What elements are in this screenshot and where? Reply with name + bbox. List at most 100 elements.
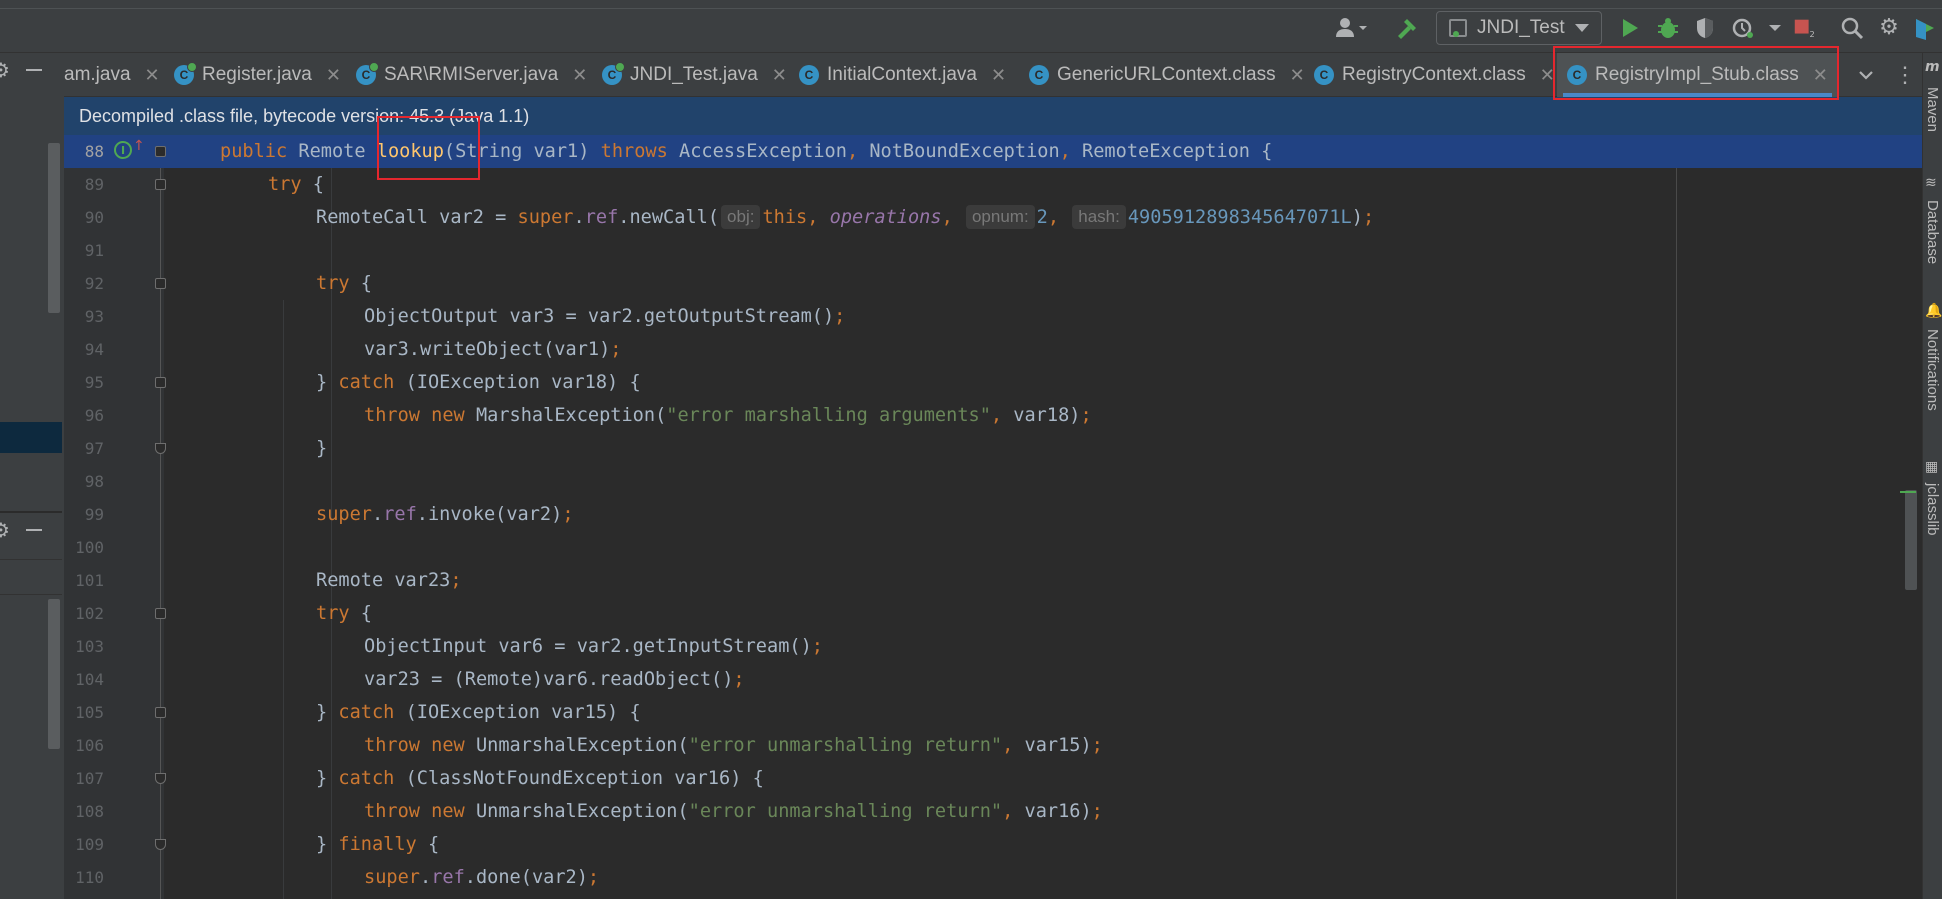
code-line[interactable]: 99 super.ref.invoke(var2); xyxy=(64,498,1922,531)
code-line[interactable]: 91 xyxy=(64,234,1922,267)
code-editor[interactable]: 88 I ↑ public Remote lookup(String var1)… xyxy=(64,135,1922,899)
fold-marker[interactable] xyxy=(155,707,166,718)
code-line[interactable]: 109 } finally { xyxy=(64,828,1922,861)
profile-icon[interactable] xyxy=(1731,16,1755,40)
minimize-icon[interactable] xyxy=(25,529,42,531)
tab-label: SAR\RMIServer.java xyxy=(384,64,559,85)
implements-icon[interactable]: I xyxy=(114,141,132,159)
tab-label: GenericURLContext.class xyxy=(1057,64,1276,85)
toolbar-divider xyxy=(0,8,1942,9)
run-icon[interactable] xyxy=(1618,16,1642,40)
scrollbar-marker xyxy=(1900,491,1916,493)
code-line[interactable]: 104 var23 = (Remote)var6.readObject(); xyxy=(64,663,1922,696)
debug-icon[interactable] xyxy=(1656,16,1680,40)
code-line[interactable]: 105 } catch (IOException var15) { xyxy=(64,696,1922,729)
java-class-icon: C xyxy=(799,65,819,85)
string-literal: "error marshalling arguments" xyxy=(666,405,991,426)
code-line[interactable]: 89 try { xyxy=(64,168,1922,201)
tool-window-notifications[interactable]: Notifications xyxy=(1924,329,1941,411)
parameter-hint: obj: xyxy=(721,205,761,229)
tab-label: InitialContext.java xyxy=(827,64,977,85)
lower-panel-scrollbar[interactable] xyxy=(48,599,60,749)
close-icon[interactable]: ✕ xyxy=(326,65,341,86)
code-line[interactable]: 88 I ↑ public Remote lookup(String var1)… xyxy=(64,135,1922,168)
string-literal: "error unmarshalling return" xyxy=(688,801,1003,822)
editor-scrollbar[interactable] xyxy=(1905,490,1917,590)
hammer-icon[interactable] xyxy=(1395,16,1419,40)
selected-tree-row[interactable] xyxy=(0,422,62,453)
tool-window-database[interactable]: Database xyxy=(1924,200,1941,264)
code-line[interactable]: 95 } catch (IOException var18) { xyxy=(64,366,1922,399)
code-line[interactable]: 96 throw new MarshalException("error mar… xyxy=(64,399,1922,432)
fold-marker[interactable] xyxy=(155,608,166,619)
fold-marker[interactable] xyxy=(155,773,166,784)
tool-window-jclasslib[interactable]: jclasslib xyxy=(1924,483,1941,536)
more-actions-chevron-icon[interactable] xyxy=(1763,16,1787,40)
parameter-hint: opnum: xyxy=(965,205,1035,229)
annotation-highlight-tab xyxy=(1553,46,1839,100)
close-icon[interactable]: ✕ xyxy=(772,65,787,86)
fold-marker[interactable] xyxy=(155,377,166,388)
code-line[interactable]: 92 try { xyxy=(64,267,1922,300)
lower-panel-row[interactable] xyxy=(0,559,62,595)
toolbox-icon[interactable] xyxy=(1914,16,1936,40)
minimize-icon[interactable] xyxy=(25,69,42,71)
hash-value: 4905912898345647071L xyxy=(1127,207,1352,228)
code-line[interactable]: 101 Remote var23; xyxy=(64,564,1922,597)
gear-icon[interactable]: ⚙ xyxy=(1877,16,1901,40)
coverage-icon[interactable] xyxy=(1693,16,1717,40)
gear-icon[interactable]: ⚙ xyxy=(0,58,10,82)
tab-jndi-test-java[interactable]: C JNDI_Test.java ✕ xyxy=(602,53,787,97)
code-line[interactable]: 100 xyxy=(64,531,1922,564)
project-tool-window: ⚙ ⚙ xyxy=(0,53,64,899)
fold-marker[interactable] xyxy=(155,146,166,157)
run-configuration-selector[interactable]: JNDI_Test xyxy=(1436,11,1602,45)
code-line[interactable]: 106 throw new UnmarshalException("error … xyxy=(64,729,1922,762)
code-line[interactable]: 103 ObjectInput var6 = var2.getInputStre… xyxy=(64,630,1922,663)
fold-marker[interactable] xyxy=(155,839,166,850)
database-icon: ≋ xyxy=(1925,175,1937,191)
code-line[interactable]: 93 ObjectOutput var3 = var2.getOutputStr… xyxy=(64,300,1922,333)
search-icon[interactable] xyxy=(1840,16,1864,40)
code-line[interactable]: 94 var3.writeObject(var1); xyxy=(64,333,1922,366)
right-tool-window-strip: m Maven ≋ Database 🔔 Notifications ▦ jcl… xyxy=(1922,53,1942,899)
close-icon[interactable]: ✕ xyxy=(572,65,587,86)
tab-initialcontext-java[interactable]: C InitialContext.java ✕ xyxy=(799,53,1006,97)
code-line[interactable]: 102 try { xyxy=(64,597,1922,630)
close-icon[interactable]: ✕ xyxy=(145,65,160,86)
java-class-icon: C xyxy=(356,62,379,85)
java-class-icon: C xyxy=(174,62,197,85)
code-line[interactable]: 108 throw new UnmarshalException("error … xyxy=(64,795,1922,828)
parameter-hint: hash: xyxy=(1072,205,1126,229)
user-icon[interactable] xyxy=(1332,16,1372,40)
code-line[interactable]: 107 } catch (ClassNotFoundException var1… xyxy=(64,762,1922,795)
tab-rmiserver-java[interactable]: C SAR\RMIServer.java ✕ xyxy=(356,53,587,97)
arrow-up-icon: ↑ xyxy=(133,138,145,154)
code-line[interactable]: 98 xyxy=(64,465,1922,498)
run-configuration-label: JNDI_Test xyxy=(1477,17,1565,38)
project-scrollbar[interactable] xyxy=(48,143,60,313)
application-icon xyxy=(1449,19,1467,37)
tab-genericurlcontext-class[interactable]: C GenericURLContext.class ✕ xyxy=(1029,53,1305,97)
bell-icon: 🔔 xyxy=(1925,303,1942,319)
tab-list-chevron-icon[interactable] xyxy=(1858,53,1874,97)
code-line[interactable]: 110 super.ref.done(var2); xyxy=(64,861,1922,894)
fold-marker[interactable] xyxy=(155,443,166,454)
tab-am-java[interactable]: am.java ✕ xyxy=(64,53,160,97)
tool-window-maven[interactable]: Maven xyxy=(1924,87,1941,132)
close-icon[interactable]: ✕ xyxy=(991,65,1006,86)
maven-icon: m xyxy=(1925,59,1940,75)
fold-marker[interactable] xyxy=(155,278,166,289)
code-line[interactable]: 97 } xyxy=(64,432,1922,465)
more-tabs-icon[interactable]: ⋮ xyxy=(1894,53,1916,97)
decompiled-file-banner: Decompiled .class file, bytecode version… xyxy=(64,97,1922,135)
gear-icon[interactable]: ⚙ xyxy=(0,518,10,542)
code-line[interactable]: 90 RemoteCall var2 = super.ref.newCall(o… xyxy=(64,201,1922,234)
stop-icon[interactable]: 2 xyxy=(1792,16,1816,40)
tab-registrycontext-class[interactable]: C RegistryContext.class ✕ xyxy=(1314,53,1555,97)
jclasslib-icon: ▦ xyxy=(1925,459,1939,475)
fold-marker[interactable] xyxy=(155,179,166,190)
java-class-icon: C xyxy=(1314,65,1334,85)
tab-register-java[interactable]: C Register.java ✕ xyxy=(174,53,341,97)
close-icon[interactable]: ✕ xyxy=(1290,65,1305,86)
